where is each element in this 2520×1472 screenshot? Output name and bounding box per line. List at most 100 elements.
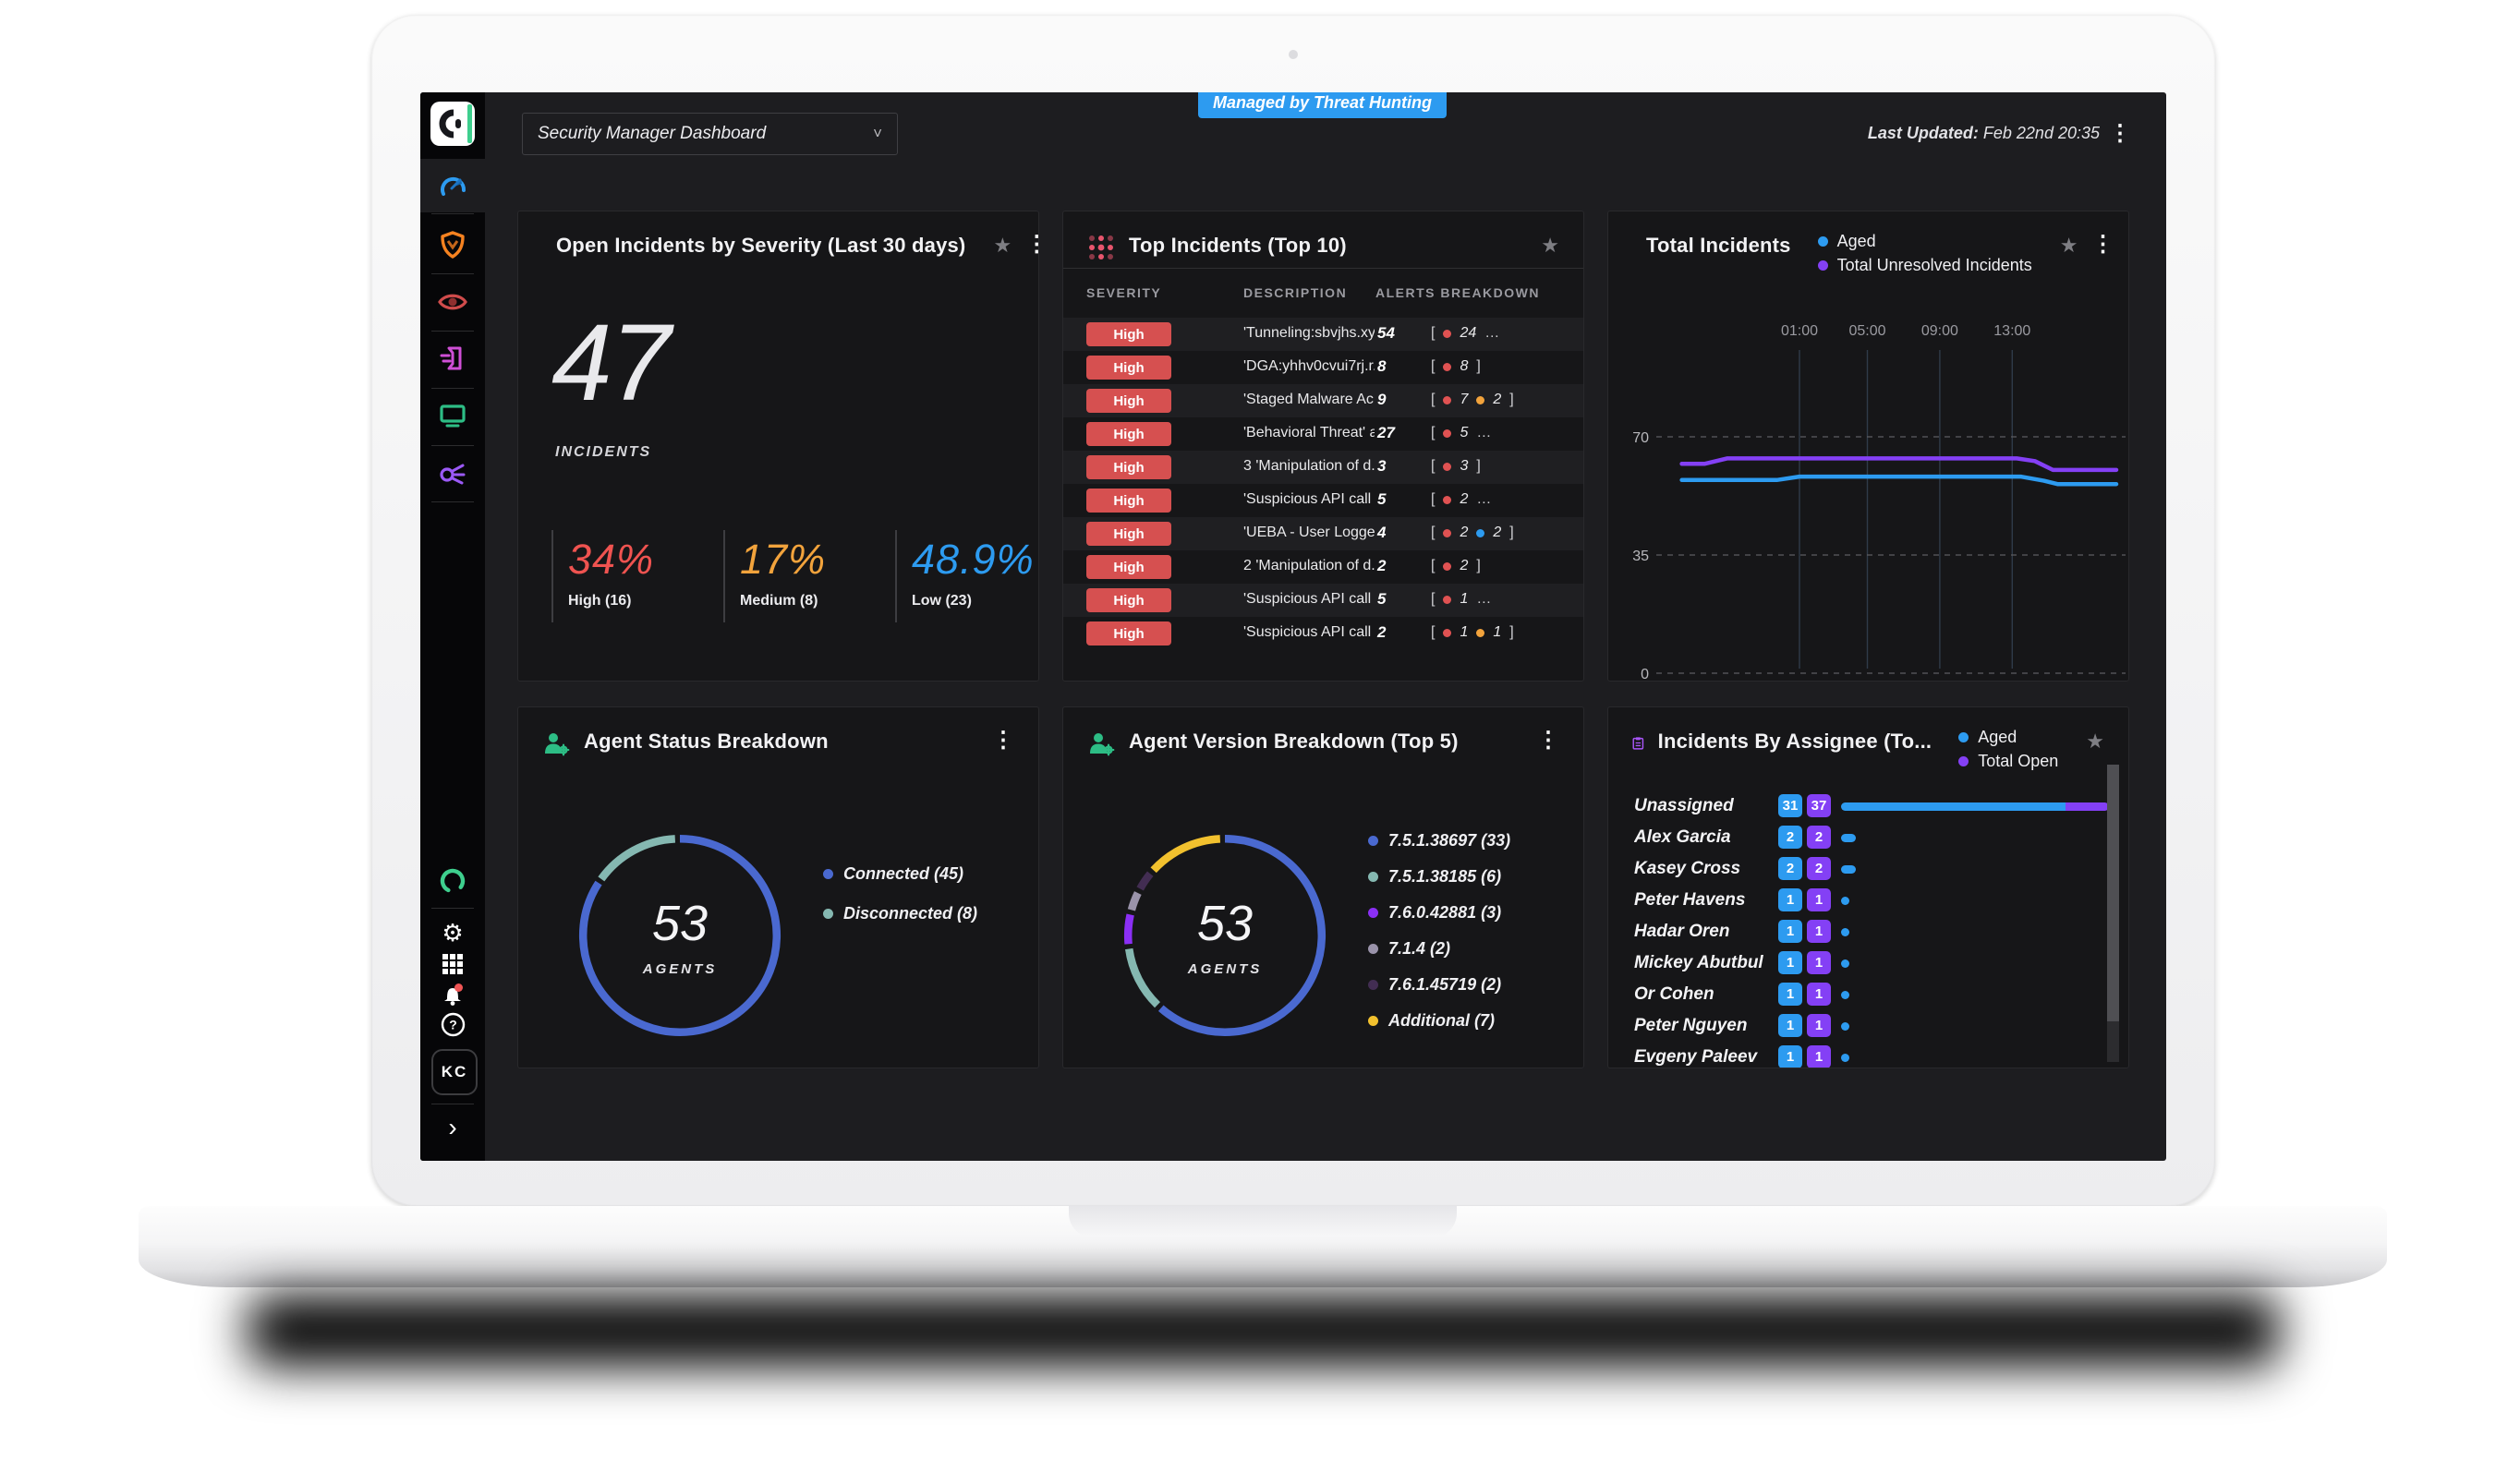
donut-legend: Connected (45) Disconnected (8) (823, 864, 977, 923)
alert-count: 9 (1377, 391, 1386, 409)
list-item[interactable]: Hadar Oren11 (1608, 916, 2128, 947)
card-kebab-menu[interactable]: ⋮ (992, 730, 1014, 752)
chart-legend: AgedTotal Unresolved Incidents (1818, 232, 2032, 275)
total-incidents-line-chart: 01:0005:0009:0013:0070350 (1608, 313, 2129, 681)
sidebar-item-reports[interactable] (420, 337, 485, 380)
app-logo[interactable] (430, 102, 475, 146)
legend-item: 7.1.4 (2) (1368, 939, 1510, 959)
bar-aged-segment (1841, 1022, 1849, 1031)
legend-dot (823, 909, 833, 919)
apps-grid-icon[interactable] (420, 948, 485, 980)
sidebar-divider (431, 213, 474, 214)
sidebar-item-dashboard[interactable] (420, 164, 485, 207)
agent-person-gear-icon (1087, 730, 1115, 757)
table-row[interactable]: High'UEBA - User Logged...4[22] (1063, 517, 1583, 550)
sidebar-item-protection[interactable] (420, 223, 485, 266)
column-alerts-breakdown: ALERTS BREAKDOWN (1375, 285, 1540, 300)
table-row[interactable]: High3 'Manipulation of d...3[3] (1063, 451, 1583, 484)
table-row[interactable]: High'Tunneling:sbvjhs.xyz...54[24… (1063, 318, 1583, 351)
severity-dot (1476, 396, 1484, 404)
assignee-badges: 3137 (1778, 794, 1831, 817)
scrollbar-track[interactable] (2107, 765, 2119, 1062)
favorite-star-icon[interactable]: ★ (2060, 234, 2078, 258)
avatar[interactable]: KC (431, 1049, 478, 1095)
table-row[interactable]: High'Suspicious API call f...2[11] (1063, 617, 1583, 650)
sidebar-item-network[interactable] (420, 452, 485, 494)
incident-description: 'DGA:yhhv0cvui7rj.r... (1243, 358, 1375, 375)
assignee-badges: 11 (1778, 920, 1831, 943)
table-row[interactable]: High'Staged Malware Ac...9[72] (1063, 384, 1583, 417)
table-row[interactable]: High'Suspicious API call f...5[1… (1063, 584, 1583, 617)
bar-aged-segment (1841, 802, 2066, 811)
incident-description: 'Suspicious API call f... (1243, 591, 1375, 608)
table-row[interactable]: High'Behavioral Threat' al...27[5… (1063, 417, 1583, 451)
settings-gear-icon[interactable]: ⚙ (420, 917, 485, 948)
card-title: Incidents By Assignee (To... (1658, 730, 1932, 754)
alerts-breakdown: [2] (1431, 558, 1481, 574)
favorite-star-icon[interactable]: ★ (1541, 234, 1559, 258)
bar-aged-segment (1841, 959, 1849, 968)
card-kebab-menu[interactable]: ⋮ (2091, 234, 2114, 256)
notifications-bell-icon[interactable] (420, 978, 485, 1009)
legend-label: Disconnected (8) (843, 904, 977, 923)
svg-text:0: 0 (1641, 667, 1649, 681)
alerts-breakdown: [22] (1431, 525, 1514, 541)
legend-label: Connected (45) (843, 864, 963, 884)
bar-aged-segment (1841, 865, 1856, 874)
severity-dot (1443, 396, 1451, 404)
dashboard-gauge-icon (438, 171, 467, 200)
total-open-count-badge: 1 (1807, 1045, 1831, 1068)
list-item[interactable]: Mickey Abutbul11 (1608, 947, 2128, 979)
list-item[interactable]: Kasey Cross22 (1608, 853, 2128, 885)
table-row[interactable]: High'DGA:yhhv0cvui7rj.r...8[8] (1063, 351, 1583, 384)
severity-badge: High (1086, 422, 1171, 446)
alert-count: 27 (1377, 424, 1395, 442)
severity-badge: High (1086, 489, 1171, 513)
list-item[interactable]: Peter Havens11 (1608, 885, 2128, 916)
list-item[interactable]: Or Cohen11 (1608, 979, 2128, 1010)
incident-description: 'Suspicious API call f... (1243, 624, 1375, 641)
share-network-icon (438, 458, 467, 488)
assignee-badges: 11 (1778, 951, 1831, 974)
sidebar-item-ranger[interactable] (420, 860, 485, 902)
sidebar: ⚙ (420, 92, 485, 1161)
table-row[interactable]: High2 'Manipulation of d...2[2] (1063, 550, 1583, 584)
last-updated: Last Updated: Feb 22nd 20:35 (1868, 124, 2100, 143)
legend-item: Aged (1818, 232, 2032, 251)
bar-aged-segment (1841, 897, 1849, 905)
list-item[interactable]: Unassigned3137 (1608, 790, 2128, 822)
last-updated-value: Feb 22nd 20:35 (1983, 124, 2100, 142)
dashboard-selector-dropdown[interactable]: Security Manager Dashboard ˅ (522, 113, 898, 155)
card-kebab-menu[interactable]: ⋮ (1537, 730, 1559, 752)
favorite-star-icon[interactable]: ★ (2086, 730, 2104, 754)
aged-count-badge: 1 (1778, 951, 1802, 974)
card-title: Agent Status Breakdown (584, 730, 829, 754)
aged-count-badge: 2 (1778, 826, 1802, 849)
alert-count: 2 (1377, 623, 1386, 642)
sidebar-item-visibility[interactable] (420, 281, 485, 323)
card-kebab-menu[interactable]: ⋮ (1025, 234, 1039, 256)
severity-dot (1443, 596, 1451, 604)
severity-badge: High (1086, 356, 1171, 380)
alerts-breakdown: [5… (1431, 425, 1491, 441)
list-item[interactable]: Evgeny Paleev11 (1608, 1042, 2128, 1068)
favorite-star-icon[interactable]: ★ (993, 234, 1012, 258)
app-screen: ⚙ (420, 92, 2166, 1161)
aged-count-badge: 1 (1778, 1045, 1802, 1068)
sidebar-item-endpoints[interactable] (420, 394, 485, 437)
legend-item: 7.5.1.38697 (33) (1368, 831, 1510, 851)
assignee-name: Peter Havens (1634, 890, 1773, 911)
topbar-kebab-menu[interactable]: ⋮ (2109, 120, 2131, 147)
table-row[interactable]: High'Suspicious API call f...5[2… (1063, 484, 1583, 517)
incidents-table-body: High'Tunneling:sbvjhs.xyz...54[24… High 'D… (1063, 318, 1583, 650)
card-open-incidents: Open Incidents by Severity (Last 30 days… (517, 211, 1039, 682)
list-item[interactable]: Alex Garcia22 (1608, 822, 2128, 853)
aged-count-badge: 1 (1778, 888, 1802, 911)
scrollbar-thumb[interactable] (2107, 765, 2119, 1021)
help-icon[interactable]: ? (420, 1008, 485, 1040)
total-open-count-badge: 1 (1807, 951, 1831, 974)
list-item[interactable]: Peter Nguyen11 (1608, 1010, 2128, 1042)
expand-sidebar-chevron-icon[interactable]: › (420, 1112, 485, 1143)
svg-text:05:00: 05:00 (1848, 323, 1885, 339)
severity-badge: High (1086, 588, 1171, 612)
